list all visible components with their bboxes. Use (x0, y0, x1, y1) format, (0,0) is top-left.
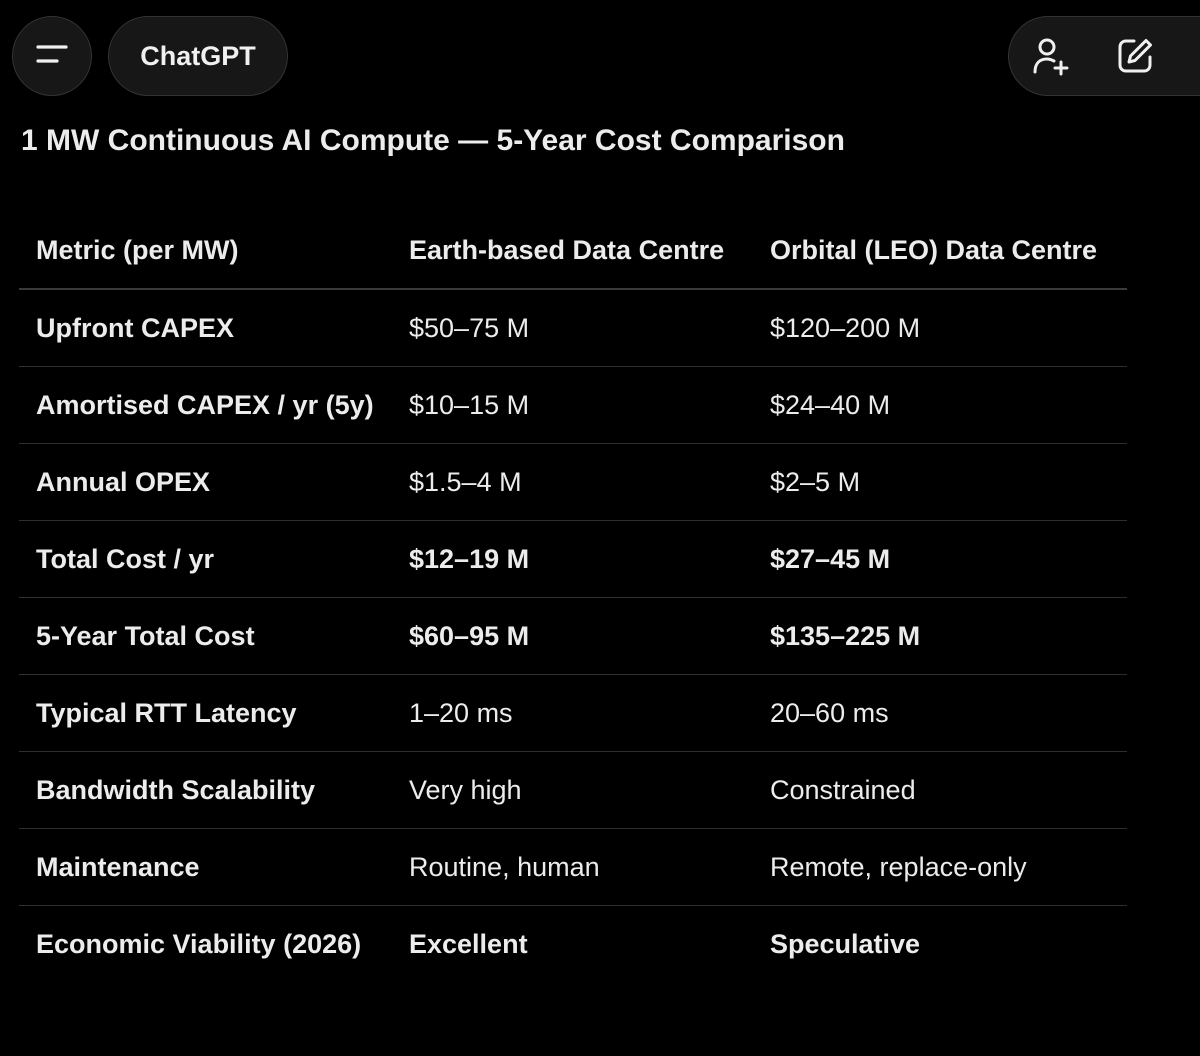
metric-cell: Annual OPEX (36, 467, 211, 497)
table-row: Annual OPEX $1.5–4 M $2–5 M (19, 444, 1127, 521)
header-actions (1008, 16, 1200, 96)
orbital-cell: $120–200 M (770, 313, 921, 343)
cost-comparison-table: Metric (per MW) Earth-based Data Centre … (19, 212, 1127, 982)
model-label: ChatGPT (140, 40, 256, 71)
orbital-cell: $24–40 M (770, 390, 891, 420)
table-header-row: Metric (per MW) Earth-based Data Centre … (19, 212, 1127, 289)
orbital-cell: $135–225 M (770, 621, 921, 651)
column-header-orbital: Orbital (LEO) Data Centre (770, 235, 1098, 265)
metric-cell: Bandwidth Scalability (36, 775, 316, 805)
response-title: 1 MW Continuous AI Compute — 5-Year Cost… (21, 124, 845, 157)
menu-button[interactable] (12, 16, 92, 96)
earth-cell: $60–95 M (409, 621, 530, 651)
table-row: Bandwidth Scalability Very high Constrai… (19, 752, 1127, 829)
hamburger-menu-icon (35, 42, 69, 71)
model-selector-button[interactable]: ChatGPT (108, 16, 288, 96)
earth-cell: $10–15 M (409, 390, 530, 420)
table-row: Economic Viability (2026) Excellent Spec… (19, 906, 1127, 983)
earth-cell: $12–19 M (409, 544, 530, 574)
table-row: Upfront CAPEX $50–75 M $120–200 M (19, 289, 1127, 367)
metric-cell: 5-Year Total Cost (36, 621, 255, 651)
table-row: Total Cost / yr $12–19 M $27–45 M (19, 521, 1127, 598)
orbital-cell: Speculative (770, 929, 921, 959)
orbital-cell: Constrained (770, 775, 916, 805)
earth-cell: Excellent (409, 929, 528, 959)
earth-cell: Routine, human (409, 852, 600, 882)
column-header-earth: Earth-based Data Centre (409, 235, 725, 265)
metric-cell: Upfront CAPEX (36, 313, 234, 343)
table-row: Amortised CAPEX / yr (5y) $10–15 M $24–4… (19, 367, 1127, 444)
earth-cell: $50–75 M (409, 313, 530, 343)
orbital-cell: Remote, replace-only (770, 852, 1027, 882)
metric-cell: Economic Viability (2026) (36, 929, 362, 959)
table-row: 5-Year Total Cost $60–95 M $135–225 M (19, 598, 1127, 675)
metric-cell: Amortised CAPEX / yr (5y) (36, 390, 374, 420)
top-bar: ChatGPT (0, 0, 1200, 110)
earth-cell: $1.5–4 M (409, 467, 522, 497)
table-row: Typical RTT Latency 1–20 ms 20–60 ms (19, 675, 1127, 752)
edit-square-icon[interactable] (1113, 34, 1157, 78)
earth-cell: Very high (409, 775, 522, 805)
orbital-cell: $27–45 M (770, 544, 891, 574)
earth-cell: 1–20 ms (409, 698, 513, 728)
add-user-icon[interactable] (1029, 34, 1073, 78)
table-row: Maintenance Routine, human Remote, repla… (19, 829, 1127, 906)
metric-cell: Total Cost / yr (36, 544, 215, 574)
metric-cell: Maintenance (36, 852, 200, 882)
column-header-metric: Metric (per MW) (36, 235, 239, 265)
orbital-cell: $2–5 M (770, 467, 861, 497)
metric-cell: Typical RTT Latency (36, 698, 297, 728)
orbital-cell: 20–60 ms (770, 698, 889, 728)
